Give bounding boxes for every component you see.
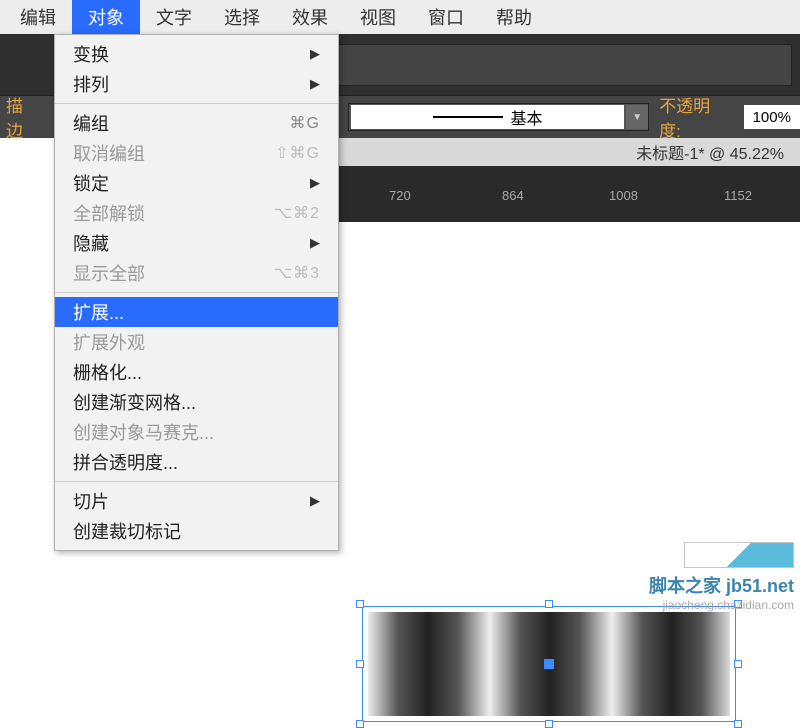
menu-effect[interactable]: 效果 [276,0,344,34]
selection-handle[interactable] [734,660,742,668]
document-title: 未标题-1* @ 45.22% [636,140,784,164]
watermark-text: 脚本之家 jb51.net [649,572,794,598]
menu-item-show-all: 显示全部⌥⌘3 [55,258,338,288]
watermark-logo-icon [684,542,794,568]
menu-item-gradient-mesh[interactable]: 创建渐变网格... [55,387,338,417]
menu-item-hide[interactable]: 隐藏▶ [55,228,338,258]
menu-item-rasterize[interactable]: 栅格化... [55,357,338,387]
menu-item-lock[interactable]: 锁定▶ [55,168,338,198]
watermark-subtext: jiaocheng.chazidian.com [663,598,794,612]
ruler-tick: 1008 [609,188,638,203]
submenu-arrow-icon: ▶ [310,76,320,92]
selection-handle[interactable] [356,600,364,608]
selection-handle[interactable] [734,720,742,728]
ruler-horizontal: 720 864 1008 1152 [339,166,800,222]
stroke-style-value: 基本 [511,105,543,129]
selection-handle[interactable] [356,660,364,668]
menu-window[interactable]: 窗口 [412,0,480,34]
menu-item-expand[interactable]: 扩展... [55,297,338,327]
menu-separator [55,292,338,293]
submenu-arrow-icon: ▶ [310,235,320,251]
stroke-style-select[interactable]: 基本 ▼ [348,103,649,131]
document-tab[interactable]: 未标题-1* @ 45.22% [339,138,800,166]
chevron-down-icon[interactable]: ▼ [626,105,648,129]
menu-item-expand-appearance: 扩展外观 [55,327,338,357]
selection-handle[interactable] [356,720,364,728]
menu-item-crop-marks[interactable]: 创建裁切标记 [55,516,338,546]
menu-item-flatten-transparency[interactable]: 拼合透明度... [55,447,338,477]
menu-item-group[interactable]: 编组⌘G [55,108,338,138]
selection-handle[interactable] [545,720,553,728]
menu-item-transform[interactable]: 变换▶ [55,39,338,69]
stroke-label: 描边 [6,92,38,142]
watermark: 脚本之家 jb51.net jiaocheng.chazidian.com [594,542,794,612]
object-menu-dropdown: 变换▶ 排列▶ 编组⌘G 取消编组⇧⌘G 锁定▶ 全部解锁⌥⌘2 隐藏▶ 显示全… [54,34,339,551]
menu-item-unlock-all: 全部解锁⌥⌘2 [55,198,338,228]
opacity-input[interactable]: 100% [744,105,800,129]
menu-separator [55,481,338,482]
menu-object[interactable]: 对象 [72,0,140,34]
menu-help[interactable]: 帮助 [480,0,548,34]
opacity-label: 不透明度: [659,92,727,142]
menu-type[interactable]: 文字 [140,0,208,34]
ruler-tick: 1152 [724,188,752,203]
menu-item-slice[interactable]: 切片▶ [55,486,338,516]
menu-separator [55,103,338,104]
menu-item-object-mosaic: 创建对象马赛克... [55,417,338,447]
selection-center-handle[interactable] [544,659,554,669]
stroke-preview-line [433,116,503,118]
menu-item-arrange[interactable]: 排列▶ [55,69,338,99]
submenu-arrow-icon: ▶ [310,46,320,62]
ruler-tick: 720 [389,188,411,203]
menu-select[interactable]: 选择 [208,0,276,34]
menu-edit[interactable]: 编辑 [4,0,72,34]
ruler-tick: 864 [502,188,524,203]
submenu-arrow-icon: ▶ [310,493,320,509]
menu-view[interactable]: 视图 [344,0,412,34]
selection-handle[interactable] [545,600,553,608]
menu-item-ungroup: 取消编组⇧⌘G [55,138,338,168]
selected-object[interactable] [360,604,738,724]
submenu-arrow-icon: ▶ [310,175,320,191]
menubar: 编辑 对象 文字 选择 效果 视图 窗口 帮助 [0,0,800,34]
